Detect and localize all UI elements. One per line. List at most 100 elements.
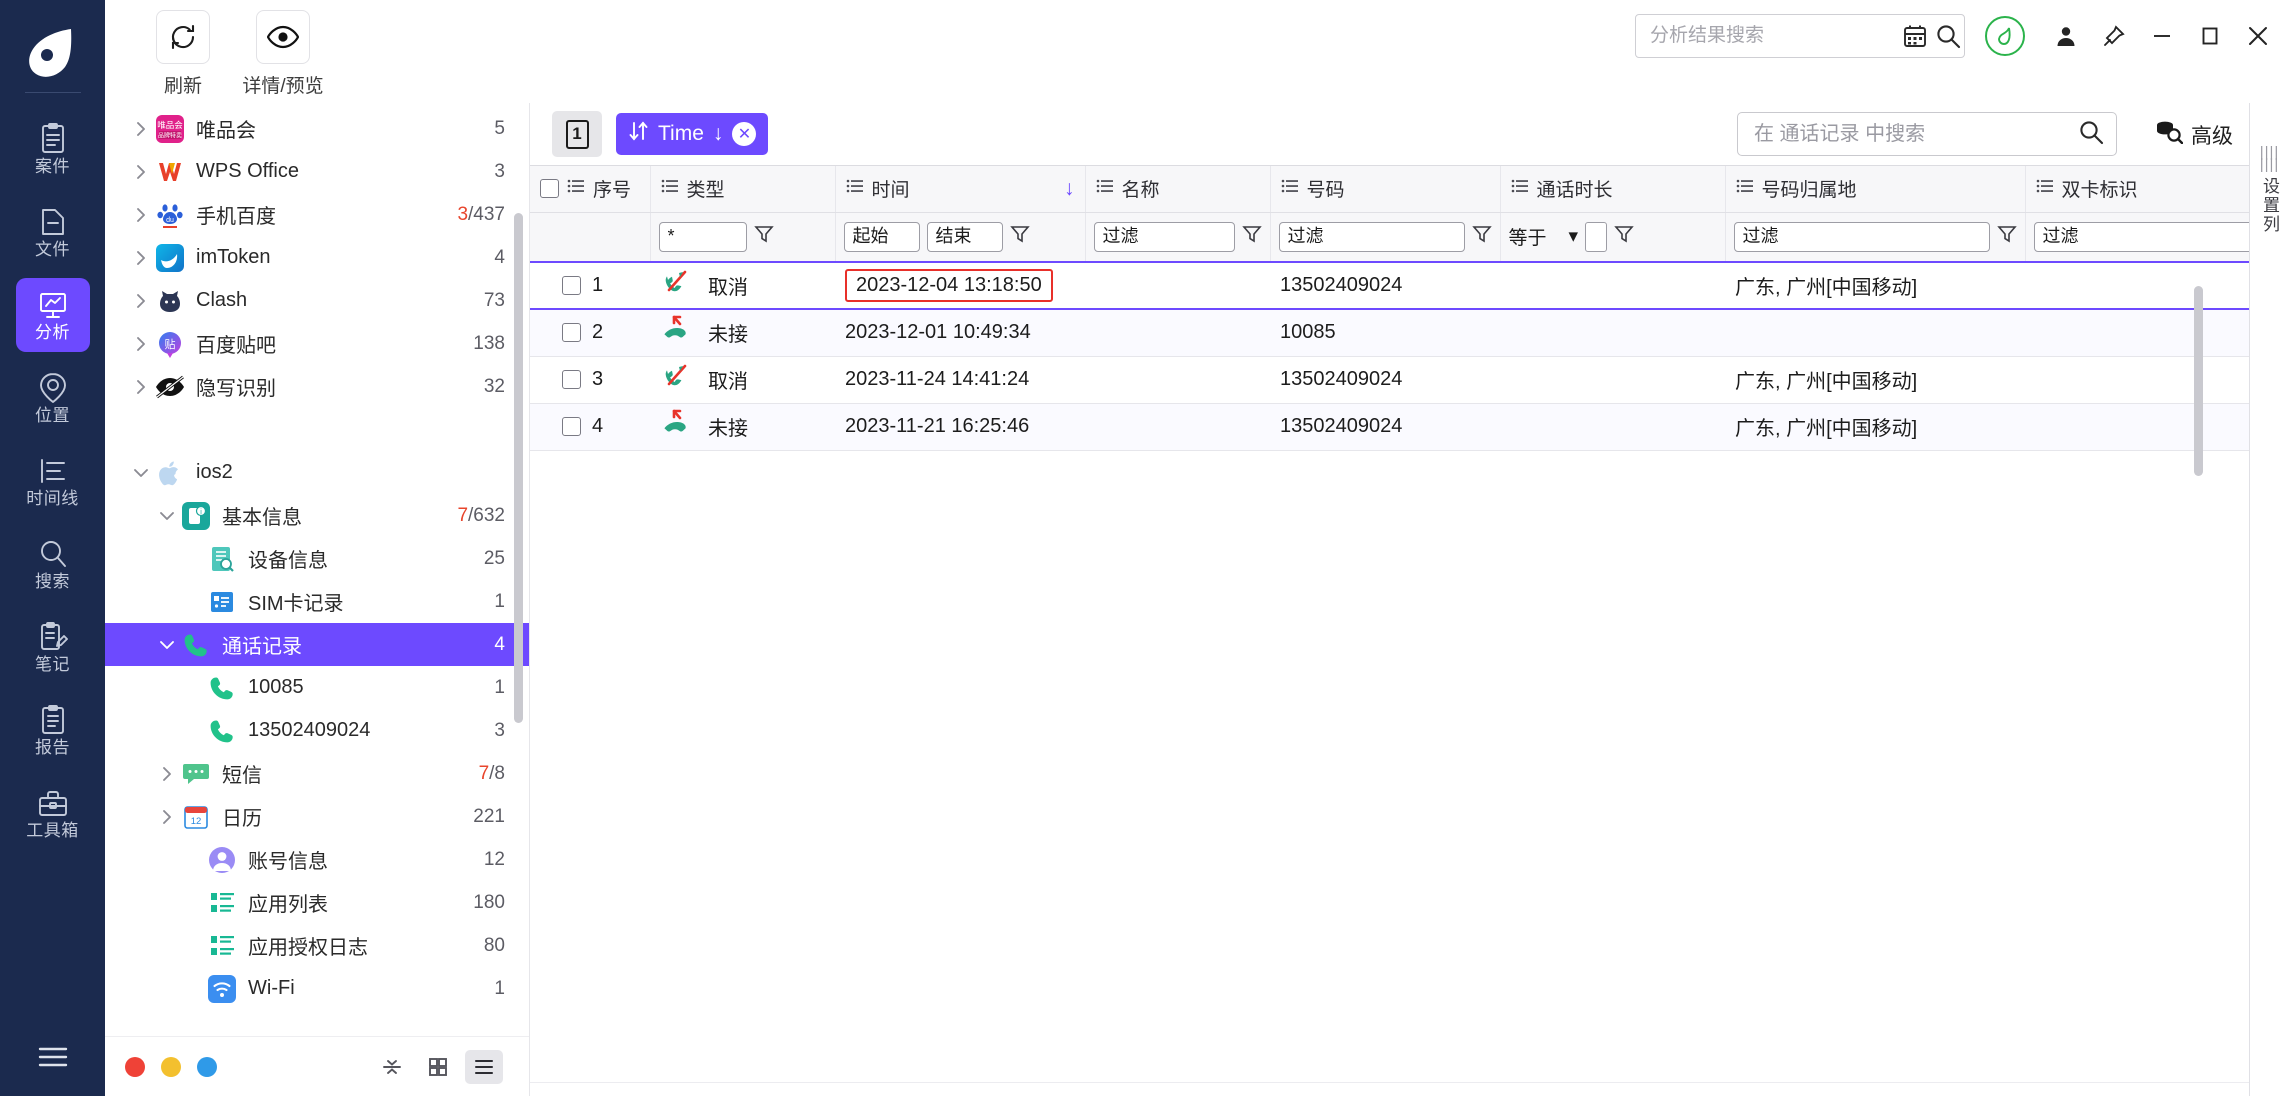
funnel-filter-icon[interactable] bbox=[1614, 224, 1634, 249]
red-dot[interactable] bbox=[125, 1056, 145, 1077]
grid-view-button[interactable] bbox=[419, 1050, 457, 1084]
column-header-type[interactable]: 类型 bbox=[650, 166, 836, 213]
column-header-name[interactable]: 名称 bbox=[1085, 166, 1271, 213]
tree-node-1[interactable]: 唯品会 品牌特卖 唯品会 5 bbox=[105, 107, 529, 150]
column-header-idx[interactable]: 序号 bbox=[530, 166, 651, 213]
select-all-checkbox[interactable] bbox=[540, 179, 559, 199]
column-header-sim[interactable]: 双卡标识 bbox=[2025, 166, 2249, 213]
minimize-icon[interactable] bbox=[2147, 21, 2177, 51]
table-row[interactable]: 3 取消 2023-11-24 14:41:24 13502409024 广东, 广州[… bbox=[530, 356, 2249, 403]
page-indicator-button[interactable]: 1 bbox=[552, 111, 602, 157]
rail-item-8[interactable]: 报告 bbox=[16, 693, 90, 767]
rail-item-2[interactable]: 文件 bbox=[16, 195, 90, 269]
column-menu-icon[interactable] bbox=[1281, 178, 1299, 200]
search-icon[interactable] bbox=[1935, 23, 1961, 49]
tree-node-14[interactable]: 10085 1 bbox=[105, 666, 529, 709]
name-filter-input[interactable] bbox=[1093, 221, 1235, 252]
rail-item-6[interactable]: 搜索 bbox=[16, 527, 90, 601]
column-settings-rail[interactable]: |||| |||| 设置列 bbox=[2249, 103, 2289, 1096]
column-menu-icon[interactable] bbox=[846, 178, 864, 200]
duration-filter-input[interactable] bbox=[1585, 221, 1608, 252]
table-row[interactable]: 2 未接 2023-12-01 10:49:34 10085 bbox=[530, 309, 2249, 356]
chevron-right-icon[interactable] bbox=[153, 765, 181, 783]
rail-item-1[interactable]: 案件 bbox=[16, 112, 90, 186]
duration-operator-select[interactable]: 等于 ▾ bbox=[1509, 223, 1579, 250]
row-checkbox[interactable] bbox=[562, 323, 581, 343]
sort-chip-time[interactable]: Time ↓ ✕ bbox=[616, 113, 769, 155]
tree-node-4[interactable]: imToken 4 bbox=[105, 236, 529, 279]
tree-node-18[interactable]: 账号信息 12 bbox=[105, 838, 529, 881]
list-view-button[interactable] bbox=[465, 1049, 503, 1084]
rail-item-3[interactable]: 分析 bbox=[15, 278, 90, 352]
column-menu-icon[interactable] bbox=[661, 178, 679, 200]
tree-node-21[interactable]: Wi-Fi 1 bbox=[105, 967, 529, 1010]
chevron-right-icon[interactable] bbox=[127, 163, 155, 181]
global-search-input[interactable] bbox=[1650, 25, 1895, 47]
close-icon[interactable] bbox=[2243, 21, 2273, 51]
type-filter-input[interactable] bbox=[658, 221, 747, 252]
row-checkbox[interactable] bbox=[562, 417, 581, 436]
tree-node-20[interactable]: 应用授权日志 80 bbox=[105, 924, 529, 967]
close-icon[interactable]: ✕ bbox=[732, 122, 757, 146]
user-icon[interactable] bbox=[2051, 21, 2081, 51]
tree-node-10[interactable]: i 基本信息 7/632 bbox=[105, 494, 529, 537]
hamburger-menu-icon[interactable] bbox=[37, 1045, 69, 1074]
tree-node-5[interactable]: Clash 73 bbox=[105, 279, 529, 322]
time-start-input[interactable] bbox=[843, 221, 920, 252]
chevron-right-icon[interactable] bbox=[127, 335, 155, 353]
global-search-box[interactable] bbox=[1635, 14, 1965, 58]
chevron-right-icon[interactable] bbox=[127, 206, 155, 224]
column-header-duration[interactable]: 通话时长 bbox=[1500, 166, 1726, 213]
leaf-badge-icon[interactable] bbox=[1985, 16, 2025, 56]
column-menu-icon[interactable] bbox=[1096, 178, 1114, 200]
number-filter-input[interactable] bbox=[1278, 221, 1465, 252]
yellow-dot[interactable] bbox=[161, 1056, 181, 1077]
chevron-down-icon[interactable] bbox=[127, 465, 155, 481]
tree-node-12[interactable]: SIM卡记录 1 bbox=[105, 580, 529, 623]
tree-scrollbar[interactable] bbox=[514, 213, 523, 723]
maximize-icon[interactable] bbox=[2195, 21, 2225, 51]
tree-node-7[interactable]: 隐写识别 32 bbox=[105, 365, 529, 408]
tree-node-6[interactable]: 贴 百度贴吧 138 bbox=[105, 322, 529, 365]
funnel-filter-icon[interactable] bbox=[1241, 224, 1262, 249]
funnel-filter-icon[interactable] bbox=[1009, 224, 1030, 249]
column-header-region[interactable]: 号码归属地 bbox=[1725, 166, 2026, 213]
tree-node-16[interactable]: 短信 7/8 bbox=[105, 752, 529, 795]
chevron-right-icon[interactable] bbox=[127, 120, 155, 138]
tree-node-3[interactable]: du 手机百度 3/437 bbox=[105, 193, 529, 236]
row-checkbox[interactable] bbox=[562, 276, 581, 295]
row-checkbox[interactable] bbox=[562, 370, 581, 389]
tree-node-2[interactable]: WPS Office 3 bbox=[105, 150, 529, 193]
sim-filter-input[interactable] bbox=[2033, 221, 2249, 252]
column-menu-icon[interactable] bbox=[1736, 178, 1754, 200]
chevron-down-icon[interactable] bbox=[153, 637, 181, 653]
column-menu-icon[interactable] bbox=[2036, 178, 2054, 200]
chevron-down-icon[interactable] bbox=[153, 508, 181, 524]
blue-dot[interactable] bbox=[197, 1056, 217, 1077]
time-end-input[interactable] bbox=[926, 221, 1003, 252]
chevron-right-icon[interactable] bbox=[153, 808, 181, 826]
detail-preview-button[interactable]: 详情/预览 bbox=[240, 10, 326, 98]
rail-item-5[interactable]: 时间线 bbox=[16, 444, 90, 518]
rail-item-4[interactable]: 位置 bbox=[16, 361, 90, 435]
table-row[interactable]: 1 取消 2023-12-04 13:18:50 13502409024 广东, 广州[… bbox=[530, 262, 2249, 309]
rail-item-9[interactable]: 工具箱 bbox=[16, 776, 90, 850]
column-header-time[interactable]: 时间 ↓ bbox=[835, 166, 1086, 213]
rail-item-7[interactable]: 笔记 bbox=[16, 610, 90, 684]
funnel-filter-icon[interactable] bbox=[753, 224, 774, 249]
funnel-filter-icon[interactable] bbox=[1471, 224, 1492, 249]
table-row[interactable]: 4 未接 2023-11-21 16:25:46 13502409024 广东, 广州[… bbox=[530, 403, 2249, 450]
tree-node-19[interactable]: 应用列表 180 bbox=[105, 881, 529, 924]
chevron-right-icon[interactable] bbox=[127, 292, 155, 310]
search-icon[interactable] bbox=[2078, 119, 2104, 150]
table-search-input[interactable] bbox=[1754, 122, 2078, 146]
funnel-filter-icon[interactable] bbox=[1996, 224, 2017, 249]
tree-node-9[interactable]: ios2 bbox=[105, 451, 529, 494]
table-vertical-scrollbar[interactable] bbox=[2194, 286, 2203, 476]
chevron-right-icon[interactable] bbox=[127, 249, 155, 267]
tree-node-15[interactable]: 13502409024 3 bbox=[105, 709, 529, 752]
advanced-search-button[interactable]: 高级 bbox=[2155, 120, 2233, 150]
refresh-button[interactable]: 刷新 bbox=[140, 10, 226, 98]
tree-node-17[interactable]: 12 日历 221 bbox=[105, 795, 529, 838]
region-filter-input[interactable] bbox=[1733, 221, 1990, 252]
